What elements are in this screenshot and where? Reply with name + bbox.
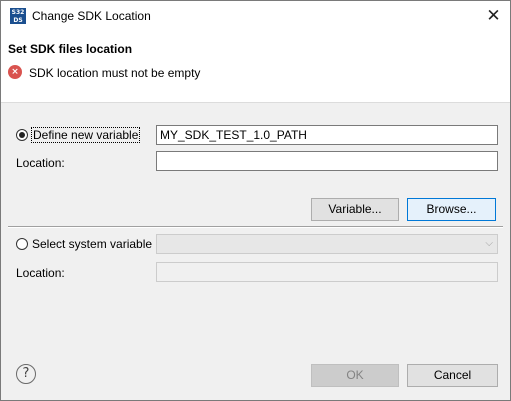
- chevron-down-icon: ⌵: [485, 238, 493, 249]
- browse-button[interactable]: Browse...: [407, 198, 496, 221]
- define-new-variable-text: Define new variable: [31, 127, 141, 143]
- system-location-label: Location:: [16, 266, 65, 280]
- dialog-header: Set SDK files location × SDK location mu…: [1, 32, 510, 102]
- location-input[interactable]: [156, 151, 498, 171]
- header-divider: [1, 102, 510, 103]
- variable-name-input[interactable]: [156, 125, 498, 145]
- header-title: Set SDK files location: [8, 42, 133, 56]
- s32ds-app-icon: S32 DS: [10, 8, 26, 24]
- title-bar: S32 DS Change SDK Location ✕: [1, 1, 510, 32]
- close-icon[interactable]: ✕: [477, 1, 510, 32]
- section-divider-highlight: [8, 227, 503, 228]
- select-system-variable-radio[interactable]: [16, 238, 28, 250]
- ok-button[interactable]: OK: [311, 364, 399, 387]
- system-variable-dropdown[interactable]: ⌵: [156, 234, 498, 254]
- app-icon-text-top: S32: [11, 9, 25, 16]
- location-label: Location:: [16, 156, 65, 170]
- error-message: SDK location must not be empty: [29, 66, 201, 80]
- define-new-variable-radio[interactable]: [16, 129, 28, 141]
- cancel-button[interactable]: Cancel: [407, 364, 498, 387]
- help-icon[interactable]: ?: [16, 364, 36, 384]
- error-icon: ×: [8, 65, 22, 79]
- app-icon-text-bottom: DS: [13, 17, 23, 24]
- variable-button[interactable]: Variable...: [311, 198, 399, 221]
- select-system-variable-label[interactable]: Select system variable: [32, 237, 152, 251]
- system-location-input: [156, 262, 498, 282]
- change-sdk-location-dialog: S32 DS Change SDK Location ✕ Set SDK fil…: [0, 0, 511, 401]
- define-new-variable-label[interactable]: Define new variable: [31, 127, 141, 143]
- window-title: Change SDK Location: [32, 9, 151, 23]
